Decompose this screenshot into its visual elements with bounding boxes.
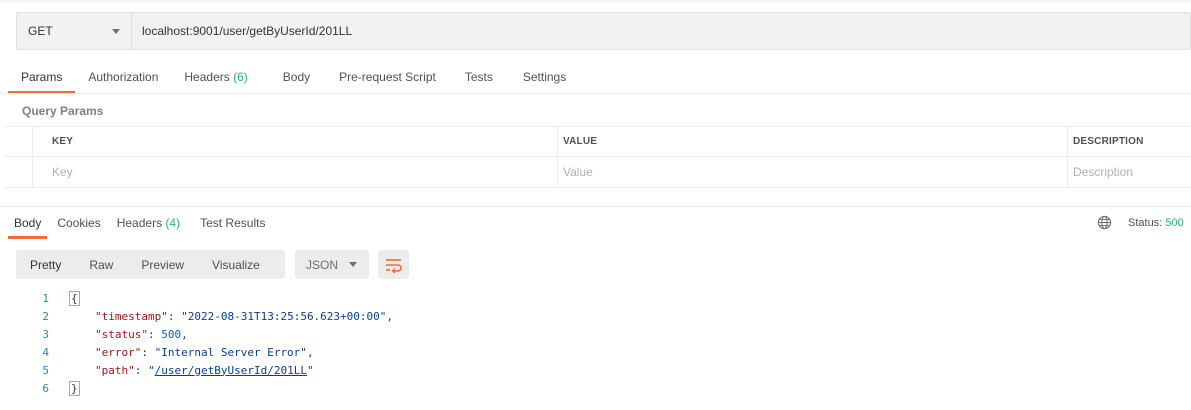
tab-count: (6) xyxy=(233,70,248,84)
tab-response-headers[interactable]: Headers (4) xyxy=(111,208,186,239)
json-key: "path" xyxy=(95,363,135,377)
response-body-viewer[interactable]: 1 { 2 "timestamp": "2022-08-31T13:25:56.… xyxy=(0,289,1191,397)
format-select[interactable]: JSON xyxy=(295,250,369,279)
column-header-key: KEY xyxy=(33,127,558,156)
url-input[interactable] xyxy=(132,13,1190,49)
request-tabs: Params Authorization Headers (6) Body Pr… xyxy=(8,62,579,94)
code-text: "error": "Internal Server Error", xyxy=(95,346,314,359)
tab-label: Pre-request Script xyxy=(339,70,436,84)
json-key: "timestamp" xyxy=(95,309,168,323)
tab-label: Headers xyxy=(184,70,230,84)
line-number: 4 xyxy=(42,345,49,359)
json-trail: , xyxy=(181,327,188,341)
method-label: GET xyxy=(28,24,53,38)
json-value: "2022-08-31T13:25:56.623+00:00" xyxy=(181,309,387,323)
json-value: "Internal Server Error" xyxy=(154,345,307,359)
tab-count: (4) xyxy=(165,216,181,230)
chevron-down-icon xyxy=(112,28,120,34)
divider xyxy=(0,93,1191,94)
key-field[interactable]: Key xyxy=(33,157,558,187)
line-number: 1 xyxy=(42,291,49,305)
code-text: "timestamp": "2022-08-31T13:25:56.623+00… xyxy=(95,310,393,323)
code-line: 1 { xyxy=(0,289,1191,307)
tab-headers[interactable]: Headers (6) xyxy=(171,62,260,94)
raw-button[interactable]: Raw xyxy=(75,250,127,279)
table-header-row: KEY VALUE DESCRIPTION xyxy=(4,126,1191,157)
code-line: 2 "timestamp": "2022-08-31T13:25:56.623+… xyxy=(0,307,1191,325)
tab-label: Params xyxy=(21,70,63,84)
json-sep: : xyxy=(147,327,162,341)
code-line: 4 "error": "Internal Server Error", xyxy=(0,343,1191,361)
query-params-title: Query Params xyxy=(22,104,104,118)
wrap-lines-icon xyxy=(385,258,402,273)
format-label: JSON xyxy=(306,257,339,272)
code-line: 3 "status": 500, xyxy=(0,325,1191,343)
code-text: "path": "/user/getByUserId/201LL" xyxy=(95,364,314,377)
line-number: 5 xyxy=(42,363,49,377)
preview-button[interactable]: Preview xyxy=(127,250,198,279)
status-label: Status: xyxy=(1128,217,1163,229)
tab-label: Test Results xyxy=(200,216,266,230)
line-number: 6 xyxy=(42,381,49,395)
tab-test-results[interactable]: Test Results xyxy=(194,208,271,239)
value-field[interactable]: Value xyxy=(558,157,1068,187)
tab-label: Tests xyxy=(464,70,493,84)
json-trail: , xyxy=(306,345,314,359)
checkbox-column xyxy=(4,157,33,187)
method-select[interactable]: GET xyxy=(17,13,132,49)
query-params-table: KEY VALUE DESCRIPTION Key Value Descript… xyxy=(4,126,1191,188)
tab-params[interactable]: Params xyxy=(8,62,76,94)
response-divider xyxy=(0,206,1191,207)
checkbox-column xyxy=(4,127,33,156)
json-value-quote: " xyxy=(306,363,314,377)
tab-label: Authorization xyxy=(88,70,159,84)
wrap-lines-button[interactable] xyxy=(378,250,409,279)
tab-cookies[interactable]: Cookies xyxy=(51,208,106,239)
tab-label: Body xyxy=(282,70,311,84)
json-value-quote: " xyxy=(148,363,155,377)
pretty-button[interactable]: Pretty xyxy=(16,250,75,279)
tab-authorization[interactable]: Authorization xyxy=(75,62,171,94)
json-value: 500 xyxy=(161,327,182,341)
line-number: 3 xyxy=(42,327,49,341)
open-brace: { xyxy=(69,290,80,306)
tab-tests[interactable]: Tests xyxy=(449,62,506,94)
top-strip xyxy=(0,0,1191,3)
tab-pre-request-script[interactable]: Pre-request Script xyxy=(323,62,449,94)
view-mode-group: Pretty Raw Preview Visualize xyxy=(16,250,285,279)
json-sep: : xyxy=(134,363,148,377)
description-field[interactable]: Description xyxy=(1068,157,1191,187)
globe-icon[interactable] xyxy=(1097,215,1112,230)
json-sep: : xyxy=(167,309,182,323)
tab-label: Headers xyxy=(116,216,163,230)
code-text: { xyxy=(69,290,80,306)
tab-response-body[interactable]: Body xyxy=(8,208,48,239)
line-number: 2 xyxy=(42,309,49,323)
visualize-button[interactable]: Visualize xyxy=(198,250,274,279)
column-header-description: DESCRIPTION xyxy=(1073,136,1144,147)
path-link[interactable]: /user/getByUserId/201LL xyxy=(155,364,307,377)
table-row: Key Value Description xyxy=(4,157,1191,188)
json-sep: : xyxy=(141,345,155,359)
close-brace: } xyxy=(69,380,80,396)
chevron-down-icon xyxy=(349,262,358,267)
json-key: "status" xyxy=(95,327,148,341)
response-tabs: Body Cookies Headers (4) Test Results xyxy=(8,208,275,239)
tab-settings[interactable]: Settings xyxy=(506,62,579,94)
code-text: } xyxy=(69,380,80,396)
tab-label: Cookies xyxy=(57,216,101,230)
request-bar: GET xyxy=(16,12,1191,50)
code-line: 6 } xyxy=(0,379,1191,397)
json-key: "error" xyxy=(95,345,142,359)
tab-body[interactable]: Body xyxy=(261,62,323,94)
status-code: 500 xyxy=(1165,217,1184,229)
code-line: 5 "path": "/user/getByUserId/201LL" xyxy=(0,361,1191,379)
json-trail: , xyxy=(386,309,394,323)
tab-label: Settings xyxy=(522,70,567,84)
response-status: Status: 500 xyxy=(1128,217,1184,229)
tab-label: Body xyxy=(14,216,42,230)
code-text: "status": 500, xyxy=(95,328,188,341)
column-header-value: VALUE xyxy=(558,127,1068,156)
